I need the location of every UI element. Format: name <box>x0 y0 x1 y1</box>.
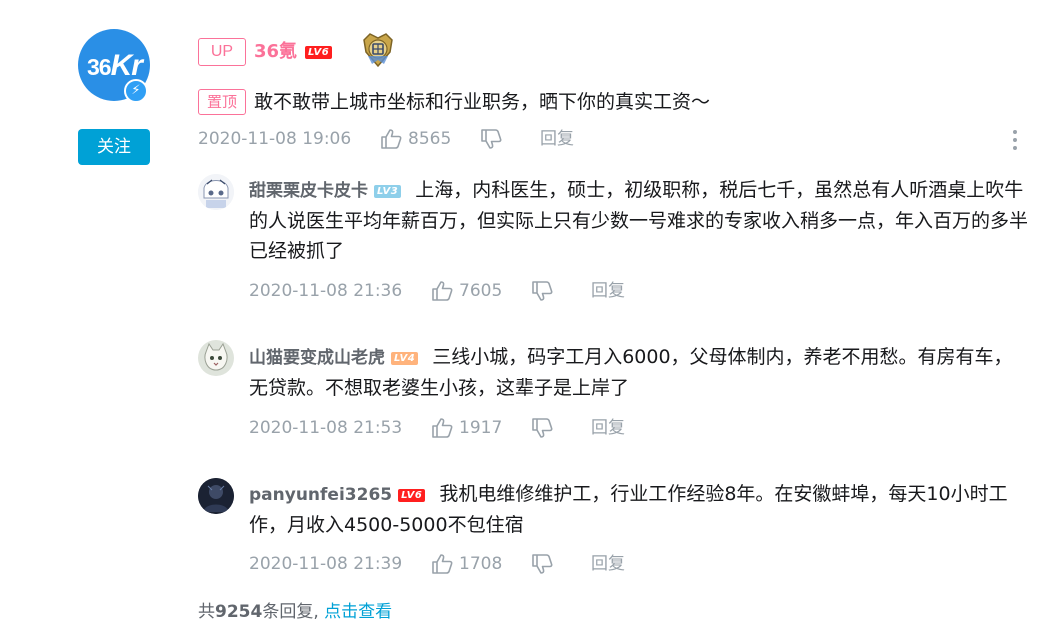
footer-prefix: 共 <box>198 602 215 622</box>
dislike-icon[interactable] <box>480 129 502 149</box>
reply-button[interactable]: 回复 <box>591 552 625 576</box>
up-tag: UP <box>198 38 246 66</box>
like-icon[interactable] <box>431 418 453 438</box>
comment-time: 2020-11-08 19:06 <box>198 129 352 149</box>
like-icon[interactable] <box>431 554 453 574</box>
dislike-icon[interactable] <box>531 281 553 301</box>
reply-count-footer: 共9254条回复, 点击查看 <box>198 600 392 624</box>
pinned-tag: 置顶 <box>198 89 246 115</box>
like-count: 1708 <box>459 554 503 574</box>
comment-time: 2020-11-08 21:53 <box>249 418 403 438</box>
like-icon[interactable] <box>380 129 402 149</box>
comment-time: 2020-11-08 21:39 <box>249 554 403 574</box>
medal-badge-icon <box>363 33 393 68</box>
like-icon[interactable] <box>431 281 453 301</box>
footer-count: 9254 <box>215 602 263 622</box>
main-comment-text: 敢不敢带上城市坐标和行业职务，晒下你的真实工资～ <box>254 91 711 113</box>
follow-button[interactable]: 关注 <box>78 129 150 165</box>
like-count: 7605 <box>459 281 503 301</box>
level-badge: LV6 <box>305 46 333 59</box>
reply-button[interactable]: 回复 <box>591 279 625 303</box>
comment-time: 2020-11-08 21:36 <box>249 281 403 301</box>
reply-meta: 2020-11-08 21:53 1917 回复 <box>249 416 669 440</box>
level-badge: LV6 <box>398 489 426 502</box>
reply-username[interactable]: 山猫要变成山老虎 <box>249 348 385 368</box>
reply-avatar[interactable] <box>198 478 234 514</box>
reply-username[interactable]: panyunfei3265 <box>249 485 392 505</box>
reply-meta: 2020-11-08 21:36 7605 回复 <box>249 279 669 303</box>
reply-content: 山猫要变成山老虎 LV4 三线小城，码字工月入6000，父母体制内，养老不用愁。有房… <box>249 342 1029 403</box>
like-count: 1917 <box>459 418 503 438</box>
dislike-icon[interactable] <box>531 554 553 574</box>
like-count: 8565 <box>408 129 452 149</box>
reply-avatar[interactable] <box>198 340 234 376</box>
reply-meta: 2020-11-08 21:39 1708 回复 <box>249 552 669 576</box>
dislike-icon[interactable] <box>531 418 553 438</box>
verified-lightning-icon: ⚡ <box>124 79 148 103</box>
reply-avatar[interactable] <box>198 174 234 210</box>
footer-suffix: 条回复, <box>262 602 319 622</box>
cat-avatar-icon <box>198 340 234 376</box>
view-all-replies-link[interactable]: 点击查看 <box>324 602 392 622</box>
dark-portrait-avatar-icon <box>198 478 234 514</box>
reply-button[interactable]: 回复 <box>540 127 574 151</box>
reply-username[interactable]: 甜栗栗皮卡皮卡 <box>249 181 368 201</box>
anime-avatar-icon <box>198 174 234 210</box>
main-username[interactable]: 36氪 <box>254 40 297 64</box>
reply-content: 甜栗栗皮卡皮卡 LV3 上海，内科医生，硕士，初级职称，税后七千，虽然总有人听酒桌上… <box>249 175 1029 266</box>
reply-button[interactable]: 回复 <box>591 416 625 440</box>
more-options-icon[interactable] <box>1008 127 1022 153</box>
main-comment-meta: 2020-11-08 19:06 8565 回复 <box>198 127 618 151</box>
reply-content: panyunfei3265 LV6 我机电维修维护工，行业工作经验8年。在安徽蚌埠，… <box>249 479 1029 540</box>
avatar-logo: 36Kr <box>87 49 143 82</box>
level-badge: LV4 <box>391 352 419 365</box>
level-badge: LV3 <box>374 185 402 198</box>
